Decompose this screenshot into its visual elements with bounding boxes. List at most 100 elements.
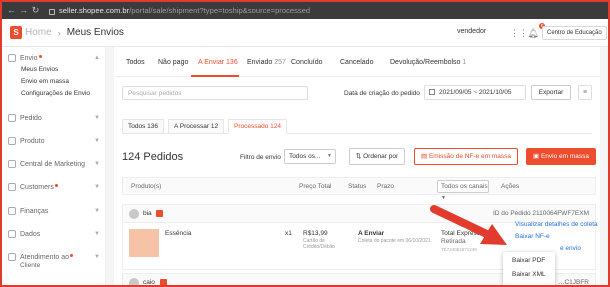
home-link[interactable]: Home: [25, 27, 52, 38]
data-icon: [8, 230, 16, 238]
subtab-todos[interactable]: Todos 136: [122, 119, 165, 134]
shipping-type: Retirada: [441, 238, 466, 245]
subtab-processado[interactable]: Processado 124: [228, 119, 287, 134]
user-name[interactable]: vendedor: [457, 28, 486, 35]
box-icon: ▣: [533, 153, 541, 160]
avatar: [129, 278, 139, 285]
nfe-mass-button[interactable]: ▤ Emissão de NF-e em massa: [414, 148, 518, 165]
back-arrow-icon[interactable]: ←: [7, 2, 16, 19]
date-filter-label: Data de criação do pedido: [344, 90, 420, 97]
sidebar-group-label: Envio: [20, 54, 38, 62]
list-view-icon[interactable]: ≡: [578, 85, 592, 100]
tab-label: Todos: [126, 59, 145, 66]
sidebar-item-envio-em-massa[interactable]: Envio em massa: [21, 78, 69, 85]
tab-count: 1: [462, 59, 467, 66]
support-icon: [8, 253, 16, 261]
education-center-button[interactable]: Centro de Educação: [542, 26, 607, 40]
download-dropdown: Baixar PDF Baixar XML: [503, 252, 555, 285]
tab-label: Concluído: [291, 59, 323, 66]
tab-cancelado[interactable]: Cancelado: [340, 59, 373, 66]
sidebar-group-financas[interactable]: Finanças ▼: [8, 207, 100, 215]
pickup-date: Coleta do pacote em 06/10/2021.: [358, 238, 432, 244]
sidebar-group-label: Customers: [20, 183, 54, 191]
screenshot-frame: ← → ↻ seller.shopee.com.br/portal/sale/s…: [0, 0, 610, 287]
search-input[interactable]: [122, 86, 308, 100]
main-content: Todos Não pago A Enviar 136 Enviado 257 …: [106, 47, 608, 286]
tab-label: Não pago: [158, 59, 189, 66]
mass-label: Envio em massa: [540, 153, 589, 160]
mass-shipping-button[interactable]: ▣ Envio em massa: [526, 148, 596, 165]
tab-label: Cancelado: [340, 59, 374, 66]
download-xml-option[interactable]: Baixar XML: [512, 271, 546, 278]
sort-label: Ordenar por: [363, 153, 399, 160]
sidebar-group-label: Finanças: [20, 207, 49, 215]
reload-icon[interactable]: ↻: [31, 2, 40, 19]
chevron-down-icon: ▼: [94, 138, 100, 144]
subtab-count: 12: [210, 123, 219, 130]
tab-label: Devolução/Reembolso: [390, 59, 461, 66]
sidebar-item-configuracoes-envio[interactable]: Configurações de Envio: [21, 90, 90, 97]
finance-icon: [8, 207, 16, 215]
shipments-card: Todos Não pago A Enviar 136 Enviado 257 …: [114, 47, 600, 286]
avatar: [129, 209, 139, 219]
sidebar-item-meus-envios[interactable]: Meus Envios: [21, 66, 58, 73]
shopee-logo-icon[interactable]: S: [10, 26, 22, 39]
subtab-count: 136: [147, 123, 159, 130]
active-tab-indicator: [191, 75, 239, 77]
sidebar-group-pedido[interactable]: Pedido ▼: [8, 114, 100, 122]
marketing-icon: [8, 160, 16, 168]
url-path: /portal/sale/shipment?type=toship&source…: [129, 6, 311, 15]
download-pdf-option[interactable]: Baixar PDF: [512, 257, 545, 264]
shipping-filter-select[interactable]: Todos os... ▼: [284, 149, 336, 164]
alert-dot: [54, 183, 58, 187]
sidebar-group-dados[interactable]: Dados ▼: [8, 230, 100, 238]
order-id: …C1JBFR: [557, 279, 589, 286]
buyer-name[interactable]: caio: [143, 279, 155, 285]
sidebar-group-label: Pedido: [20, 114, 42, 122]
chevron-down-icon: ▼: [327, 153, 332, 159]
view-pickup-details-link[interactable]: Visualizar detalhes de coleta: [515, 221, 598, 228]
date-range-picker[interactable]: 2021/09/05 ~ 2021/10/05: [424, 85, 526, 100]
shipping-link-partial[interactable]: e envio: [560, 245, 581, 252]
tracking-number: TE724052671248: [441, 247, 477, 252]
sidebar-group-atendimento[interactable]: Atendimento ao ▼: [8, 253, 100, 261]
sidebar-group-produto[interactable]: Produto ▼: [8, 137, 100, 145]
product-quantity: x1: [285, 230, 292, 237]
export-button[interactable]: Exportar: [531, 85, 571, 100]
channel-filter-select[interactable]: Todos os canais ▼: [437, 180, 489, 201]
chat-icon[interactable]: [156, 210, 163, 217]
col-status: Status: [348, 183, 367, 190]
tab-count: 136: [226, 59, 238, 66]
table-header: Produto(s) Preço Total Status Prazo Todo…: [122, 177, 596, 201]
col-prazo: Prazo: [377, 183, 394, 190]
apps-grid-icon[interactable]: ⋮⋮: [510, 26, 528, 40]
forward-arrow-icon[interactable]: →: [19, 2, 28, 19]
tab-todos[interactable]: Todos: [126, 59, 145, 66]
tab-enviado[interactable]: Enviado 257: [247, 59, 286, 66]
shipping-filter-label: Filtro de envio: [240, 154, 281, 161]
tab-a-enviar[interactable]: A Enviar 136: [198, 59, 238, 66]
sidebar-group-marketing[interactable]: Central de Marketing ▼: [8, 160, 100, 168]
sort-button[interactable]: ⇅ Ordenar por: [349, 148, 405, 165]
address-bar[interactable]: seller.shopee.com.br/portal/sale/shipmen…: [59, 6, 310, 15]
sidebar-group-customers[interactable]: Customers ▼: [8, 183, 100, 191]
product-icon: [8, 137, 16, 145]
buyer-name[interactable]: bia: [143, 210, 152, 217]
subtab-a-processar[interactable]: A Processar 12: [168, 119, 225, 134]
chevron-up-icon: ▲: [94, 55, 100, 61]
breadcrumb-separator: ›: [57, 27, 61, 38]
chat-icon[interactable]: [160, 279, 167, 285]
page-title: Meus Envios: [66, 27, 124, 38]
select-value: Todos os canais: [441, 183, 488, 190]
chevron-down-icon: ▼: [441, 195, 446, 201]
order-price: R$13,99: [303, 230, 328, 237]
tab-concluido[interactable]: Concluído: [291, 59, 323, 66]
customers-icon: [8, 183, 16, 191]
tab-nao-pago[interactable]: Não pago: [158, 59, 188, 66]
bell-icon[interactable]: 🔔︎F: [526, 23, 545, 40]
sidebar-group-envio[interactable]: Envio ▲: [8, 54, 100, 62]
processing-tabs: Todos 136 A Processar 12 Processado 124: [122, 119, 592, 134]
tab-devolucao[interactable]: Devolução/Reembolso 1: [390, 59, 466, 66]
download-nfe-link[interactable]: Baixar NF-e: [515, 233, 550, 240]
col-preco-total: Preço Total: [299, 183, 332, 190]
